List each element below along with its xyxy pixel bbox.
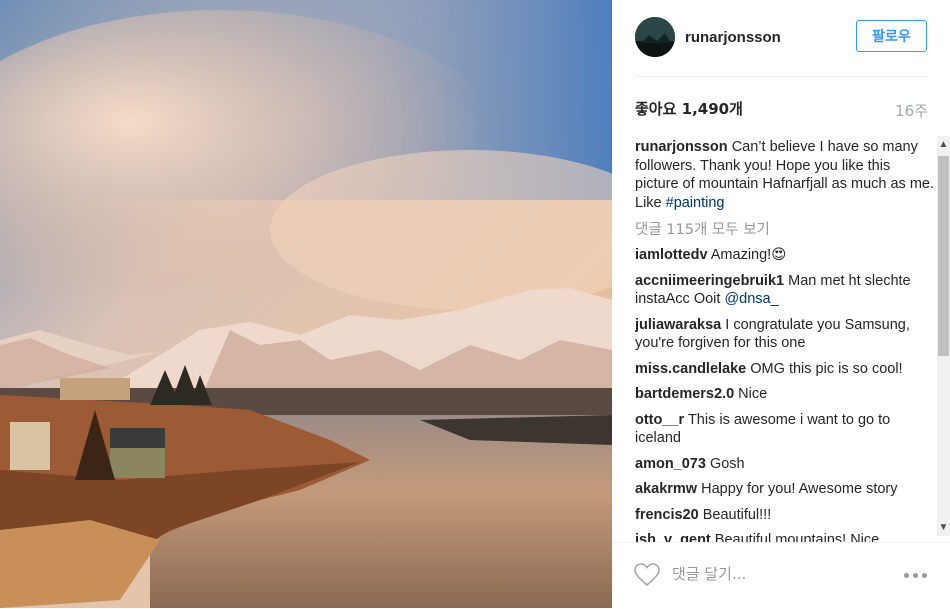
landscape-image xyxy=(0,0,612,608)
comment-username[interactable]: amon_073 xyxy=(635,456,706,472)
comment-item: accniimeeringebruik1 Man met ht slechte … xyxy=(635,272,935,309)
comment-username[interactable]: otto__r xyxy=(635,412,684,428)
comment-input[interactable] xyxy=(672,565,872,583)
comment-item: akakrmw Happy for you! Awesome story xyxy=(635,480,935,499)
comment-text: OMG this pic is so cool! xyxy=(750,360,903,377)
dot xyxy=(904,573,909,578)
comment-text: Amazing!😍 xyxy=(710,247,787,263)
comment-item: iamlottedv Amazing!😍 xyxy=(635,246,935,265)
comment-item: juliawaraksa I congratulate you Samsung,… xyxy=(635,316,935,353)
post-caption: runarjonsson Can’t believe I have so man… xyxy=(635,138,935,212)
post-header: runarjonsson 팔로우 xyxy=(612,0,950,76)
comment-item: bartdemers2.0 Nice xyxy=(635,385,935,404)
follow-button[interactable]: 팔로우 xyxy=(856,20,927,52)
comment-text: Nice xyxy=(738,386,768,402)
comment-username[interactable]: akakrmw xyxy=(635,481,697,497)
avatar-image xyxy=(635,17,675,57)
comment-username[interactable]: juliawaraksa xyxy=(635,317,721,333)
comment-username[interactable]: ish_v_gent xyxy=(635,532,711,542)
header-divider xyxy=(635,76,928,77)
caption-hashtag[interactable]: #painting xyxy=(666,195,725,211)
comment-username[interactable]: iamlottedv xyxy=(635,247,708,263)
comment-text: Gosh xyxy=(709,455,745,472)
more-options-icon[interactable] xyxy=(904,573,927,578)
comment-mention[interactable]: @dnsa_ xyxy=(724,291,778,307)
avatar[interactable] xyxy=(635,17,675,57)
scroll-down-arrow-icon[interactable]: ▼ xyxy=(937,519,950,536)
post-photo[interactable] xyxy=(0,0,612,608)
likes-number: 1,490개 xyxy=(681,100,743,118)
comment-item: miss.candlelake OMG this pic is so cool! xyxy=(635,360,935,379)
dot xyxy=(913,573,918,578)
comment-scrollbar[interactable]: ▲ ▼ xyxy=(937,136,950,536)
comment-username[interactable]: accniimeeringebruik1 xyxy=(635,273,784,289)
likes-count[interactable]: 좋아요 1,490개 xyxy=(635,98,743,119)
comment-footer xyxy=(612,542,950,609)
post-side-panel: runarjonsson 팔로우 좋아요 1,490개 16주 runarjon… xyxy=(612,0,950,608)
comment-username[interactable]: bartdemers2.0 xyxy=(635,386,734,402)
comment-text: Happy for you! Awesome story xyxy=(701,481,898,497)
scroll-up-arrow-icon[interactable]: ▲ xyxy=(937,136,950,153)
comment-text: Beautiful!!! xyxy=(702,506,772,523)
dot xyxy=(922,573,927,578)
likes-label: 좋아요 xyxy=(635,100,677,118)
comment-text: Beautiful mountains! Nice xyxy=(714,532,880,542)
comment-item: ish_v_gent Beautiful mountains! Nice xyxy=(635,531,935,542)
heart-icon[interactable] xyxy=(634,563,660,587)
comment-item: otto__r This is awesome i want to go to … xyxy=(635,411,935,448)
username[interactable]: runarjonsson xyxy=(685,29,781,46)
comment-item: frencis20 Beautiful!!! xyxy=(635,506,935,525)
comment-list[interactable]: runarjonsson Can’t believe I have so man… xyxy=(635,138,935,542)
scroll-thumb[interactable] xyxy=(938,156,949,356)
comment-username[interactable]: frencis20 xyxy=(635,507,699,523)
caption-username[interactable]: runarjonsson xyxy=(635,139,728,155)
comment-username[interactable]: miss.candlelake xyxy=(635,361,746,377)
post-time[interactable]: 16주 xyxy=(895,100,928,121)
comment-item: amon_073 Gosh xyxy=(635,455,935,474)
view-all-comments-link[interactable]: 댓글 115개 모두 보기 xyxy=(635,218,935,239)
